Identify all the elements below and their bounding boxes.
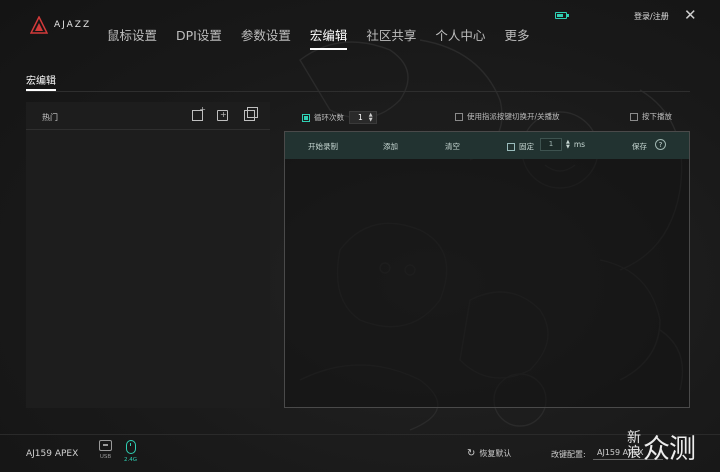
start-record-button[interactable]: 开始录制 xyxy=(308,141,338,152)
profile-select[interactable]: AJ159 APEX xyxy=(593,445,663,460)
press-play-checkbox[interactable] xyxy=(630,112,638,121)
logo-text: AJAZZ xyxy=(54,20,92,30)
login-register-link[interactable]: 登录/注册 xyxy=(634,11,669,22)
fixed-delay-label: 固定 xyxy=(519,142,534,151)
nav-personal-center[interactable]: 个人中心 xyxy=(435,25,485,50)
restore-icon: ↻ xyxy=(467,448,476,459)
toggle-play-checkbox[interactable] xyxy=(455,112,463,121)
press-play-label: 按下播放 xyxy=(642,112,672,121)
fixed-delay-option: 固定 xyxy=(507,141,534,152)
macro-list-panel: 热门 xyxy=(26,102,270,408)
new-macro-icon[interactable] xyxy=(192,105,206,121)
nav-community-share[interactable]: 社区共享 xyxy=(366,25,416,50)
logo-mark-icon xyxy=(30,16,48,34)
profile-label: 改键配置: xyxy=(551,450,586,459)
device-name: AJ159 APEX xyxy=(26,449,79,459)
delay-arrows-icon[interactable]: ▲ ▼ xyxy=(566,139,570,150)
clear-button[interactable]: 清空 xyxy=(445,141,460,152)
close-icon[interactable]: ✕ xyxy=(684,8,697,23)
page-divider xyxy=(26,91,690,92)
delay-unit: ms xyxy=(573,140,586,149)
usb-connection[interactable]: USB xyxy=(99,440,112,460)
toggle-play-label: 使用指派按键切换开/关播放 xyxy=(467,112,560,121)
restore-default-label: 恢复默认 xyxy=(479,449,512,458)
mouse-icon xyxy=(125,440,136,454)
press-play-option: 按下播放 xyxy=(630,111,672,122)
macro-list-header: 热门 xyxy=(26,102,270,130)
nav-mouse-settings[interactable]: 鼠标设置 xyxy=(107,25,157,50)
restore-default-button[interactable]: ↻ 恢复默认 xyxy=(467,448,511,459)
usb-icon xyxy=(99,440,112,451)
ajazz-logo: AJAZZ xyxy=(30,16,91,34)
loop-count-value: 1 xyxy=(358,113,363,122)
copy-macro-icon[interactable] xyxy=(244,107,258,121)
loop-count-checkbox[interactable] xyxy=(302,113,310,122)
stepper-arrows-icon[interactable]: ▲ ▼ xyxy=(369,112,373,123)
delay-stepper: 1 ▲ ▼ ms xyxy=(540,138,585,151)
nav-parameter-settings[interactable]: 参数设置 xyxy=(241,25,291,50)
loop-count-label: 循环次数 xyxy=(314,113,344,122)
wireless-label: 2.4G xyxy=(124,457,138,463)
wireless-connection[interactable]: 2.4G xyxy=(124,440,137,463)
fixed-delay-checkbox[interactable] xyxy=(507,142,515,151)
macro-list-title: 热门 xyxy=(42,113,58,122)
editor-toolbar: 开始录制 添加 清空 固定 1 ▲ ▼ ms 保存 ? xyxy=(285,132,689,159)
help-icon[interactable]: ? xyxy=(655,139,666,150)
usb-label: USB xyxy=(99,454,112,460)
nav-more[interactable]: 更多 xyxy=(504,25,529,50)
import-macro-icon[interactable] xyxy=(217,110,228,121)
toggle-play-option: 使用指派按键切换开/关播放 xyxy=(455,111,560,122)
nav-dpi-settings[interactable]: DPI设置 xyxy=(176,25,222,50)
save-button[interactable]: 保存 xyxy=(632,141,647,152)
delay-input[interactable]: 1 xyxy=(540,138,562,151)
loop-count-stepper[interactable]: 1 ▲ ▼ xyxy=(349,111,377,124)
add-button[interactable]: 添加 xyxy=(383,141,398,152)
footer-divider xyxy=(0,434,720,435)
main-nav: 鼠标设置 DPI设置 参数设置 宏编辑 社区共享 个人中心 更多 xyxy=(107,25,548,50)
loop-count-option: 循环次数 1 ▲ ▼ xyxy=(302,111,377,124)
nav-macro-editor[interactable]: 宏编辑 xyxy=(309,25,347,50)
page-title[interactable]: 宏编辑 xyxy=(26,72,56,87)
app-window: AJAZZ 鼠标设置 DPI设置 参数设置 宏编辑 社区共享 个人中心 更多 登… xyxy=(0,0,720,472)
battery-icon xyxy=(555,12,569,19)
macro-editor-panel: 开始录制 添加 清空 固定 1 ▲ ▼ ms 保存 ? xyxy=(284,131,690,408)
